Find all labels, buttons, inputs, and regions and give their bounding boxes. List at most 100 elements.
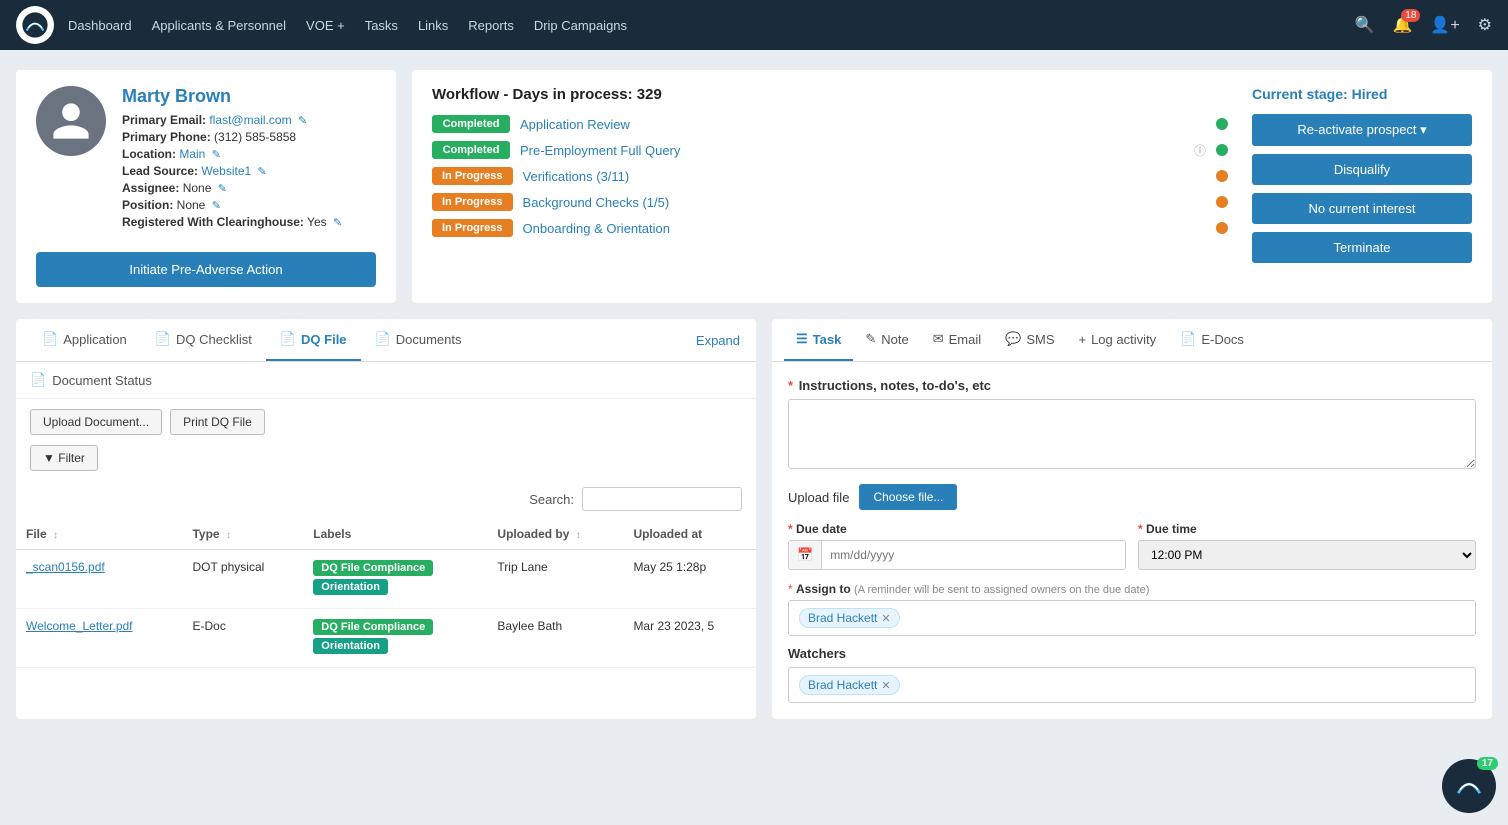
file-label-tag: Orientation bbox=[313, 638, 388, 654]
lead-source-edit-icon[interactable]: ✎ bbox=[258, 166, 267, 178]
disqualify-button[interactable]: Disqualify bbox=[1252, 154, 1472, 185]
profile-email[interactable]: flast@mail.com bbox=[209, 113, 291, 127]
position-edit-icon[interactable]: ✎ bbox=[212, 200, 221, 212]
file-label-tag: Orientation bbox=[313, 579, 388, 595]
step-link[interactable]: Pre-Employment Full Query bbox=[520, 143, 1182, 158]
clearinghouse-edit-icon[interactable]: ✎ bbox=[333, 217, 342, 229]
assignee-edit-icon[interactable]: ✎ bbox=[218, 183, 227, 195]
instructions-textarea[interactable] bbox=[788, 399, 1476, 469]
right-tab-log-activity[interactable]: + Log activity bbox=[1066, 319, 1168, 361]
search-bar: Search: bbox=[16, 479, 756, 519]
watcher-user-name: Brad Hackett bbox=[808, 678, 877, 692]
bottom-section: 📄 Application 📄 DQ Checklist 📄 DQ File 📄… bbox=[16, 319, 1492, 719]
app-logo[interactable] bbox=[16, 6, 54, 44]
print-dq-file-button[interactable]: Print DQ File bbox=[170, 409, 265, 435]
step-status-badge: Completed bbox=[432, 141, 510, 159]
nav-links[interactable]: Links bbox=[418, 18, 448, 33]
file-table-body: _scan0156.pdf DOT physical DQ File Compl… bbox=[16, 550, 756, 668]
info-icon: ⓘ bbox=[1194, 142, 1206, 159]
right-tab-note[interactable]: ✎ Note bbox=[853, 319, 920, 361]
bottom-logo[interactable]: 17 bbox=[1442, 759, 1496, 813]
search-icon[interactable]: 🔍 bbox=[1355, 15, 1375, 35]
nav-applicants[interactable]: Applicants & Personnel bbox=[152, 18, 286, 33]
table-row: _scan0156.pdf DOT physical DQ File Compl… bbox=[16, 550, 756, 609]
profile-position: None bbox=[177, 198, 206, 212]
tab-documents[interactable]: 📄 Documents bbox=[361, 319, 476, 361]
step-dot bbox=[1216, 118, 1228, 130]
due-time-select[interactable]: 12:00 PM1:00 PM2:00 PM3:00 PM6:00 AM8:00… bbox=[1138, 540, 1476, 570]
right-tab-task[interactable]: ☰ Task bbox=[784, 319, 853, 361]
step-status-badge: In Progress bbox=[432, 167, 513, 185]
upload-document-button[interactable]: Upload Document... bbox=[30, 409, 162, 435]
file-uploaded-by: Baylee Bath bbox=[487, 609, 623, 668]
avatar bbox=[36, 86, 106, 156]
instructions-label: * Instructions, notes, to-do's, etc bbox=[788, 378, 1476, 393]
nav-tasks[interactable]: Tasks bbox=[365, 18, 398, 33]
right-tab-email[interactable]: ✉ Email bbox=[921, 319, 993, 361]
terminate-button[interactable]: Terminate bbox=[1252, 232, 1472, 263]
add-user-icon[interactable]: 👤+ bbox=[1430, 15, 1459, 35]
assign-to-box[interactable]: Brad Hackett ✕ bbox=[788, 600, 1476, 636]
file-type: DOT physical bbox=[182, 550, 303, 609]
workflow-step: In Progress Verifications (3/11) bbox=[432, 167, 1228, 185]
watchers-box[interactable]: Brad Hackett ✕ bbox=[788, 667, 1476, 703]
left-panel: 📄 Application 📄 DQ Checklist 📄 DQ File 📄… bbox=[16, 319, 756, 719]
step-dot bbox=[1216, 196, 1228, 208]
right-tab-edocs[interactable]: 📄 E-Docs bbox=[1168, 319, 1256, 361]
upload-file-label: Upload file bbox=[788, 490, 849, 505]
note-icon: ✎ bbox=[865, 331, 876, 347]
file-name[interactable]: Welcome_Letter.pdf bbox=[16, 609, 182, 668]
settings-gear-icon[interactable]: ⚙ bbox=[1478, 15, 1492, 35]
workflow-step: Completed Application Review bbox=[432, 115, 1228, 133]
nav-reports[interactable]: Reports bbox=[468, 18, 514, 33]
nocurrent-button[interactable]: No current interest bbox=[1252, 193, 1472, 224]
tab-application[interactable]: 📄 Application bbox=[28, 319, 141, 361]
file-label-tag: DQ File Compliance bbox=[313, 619, 433, 635]
doc-status-icon: 📄 bbox=[30, 372, 46, 388]
search-input[interactable] bbox=[582, 487, 742, 511]
navbar-icons: 🔍 🔔 18 👤+ ⚙ bbox=[1355, 15, 1492, 35]
nav-dashboard[interactable]: Dashboard bbox=[68, 18, 132, 33]
filter-button[interactable]: ▼ Filter bbox=[30, 445, 98, 471]
profile-card: Marty Brown Primary Email: flast@mail.co… bbox=[16, 70, 396, 303]
right-tab-sms[interactable]: 💬 SMS bbox=[993, 319, 1066, 361]
remove-watcher-user[interactable]: ✕ bbox=[881, 679, 890, 692]
step-link[interactable]: Onboarding & Orientation bbox=[523, 221, 1206, 236]
table-row: Welcome_Letter.pdf E-Doc DQ File Complia… bbox=[16, 609, 756, 668]
tab-dq-checklist[interactable]: 📄 DQ Checklist bbox=[141, 319, 266, 361]
step-link[interactable]: Application Review bbox=[520, 117, 1206, 132]
step-dot bbox=[1216, 144, 1228, 156]
file-label-tag: DQ File Compliance bbox=[313, 560, 433, 576]
due-date-input[interactable] bbox=[822, 542, 1125, 568]
nav-voe[interactable]: VOE + bbox=[306, 18, 345, 33]
location-edit-icon[interactable]: ✎ bbox=[212, 149, 221, 161]
filter-icon: ▼ bbox=[43, 451, 55, 465]
tab-dq-file[interactable]: 📄 DQ File bbox=[266, 319, 361, 361]
navbar: Dashboard Applicants & Personnel VOE + T… bbox=[0, 0, 1508, 50]
col-uploaded-at: Uploaded at bbox=[623, 519, 756, 550]
calendar-icon[interactable]: 📅 bbox=[789, 541, 822, 569]
step-link[interactable]: Background Checks (1/5) bbox=[523, 195, 1206, 210]
top-section: Marty Brown Primary Email: flast@mail.co… bbox=[16, 70, 1492, 303]
action-bar: Upload Document... Print DQ File bbox=[16, 399, 756, 445]
bottom-badge: 17 bbox=[1477, 757, 1498, 770]
remove-assigned-user[interactable]: ✕ bbox=[881, 612, 890, 625]
step-status-badge: In Progress bbox=[432, 219, 513, 237]
file-labels: DQ File Compliance Orientation bbox=[303, 609, 487, 668]
expand-button[interactable]: Expand bbox=[692, 325, 744, 356]
notification-bell-icon[interactable]: 🔔 18 bbox=[1392, 15, 1412, 35]
file-name[interactable]: _scan0156.pdf bbox=[16, 550, 182, 609]
col-file: File ↕ bbox=[16, 519, 182, 550]
step-dot bbox=[1216, 222, 1228, 234]
step-link[interactable]: Verifications (3/11) bbox=[523, 169, 1206, 184]
assigned-user-name: Brad Hackett bbox=[808, 611, 877, 625]
initiate-pre-adverse-button[interactable]: Initiate Pre-Adverse Action bbox=[36, 252, 376, 287]
reactivate-button[interactable]: Re-activate prospect ▾ bbox=[1252, 114, 1472, 146]
step-status-badge: In Progress bbox=[432, 193, 513, 211]
nav-drip[interactable]: Drip Campaigns bbox=[534, 18, 627, 33]
upload-file-row: Upload file Choose file... bbox=[788, 484, 1476, 510]
profile-lead-source[interactable]: Website1 bbox=[201, 164, 251, 178]
choose-file-button[interactable]: Choose file... bbox=[859, 484, 957, 510]
email-edit-icon[interactable]: ✎ bbox=[298, 115, 307, 127]
profile-location[interactable]: Main bbox=[179, 147, 205, 161]
